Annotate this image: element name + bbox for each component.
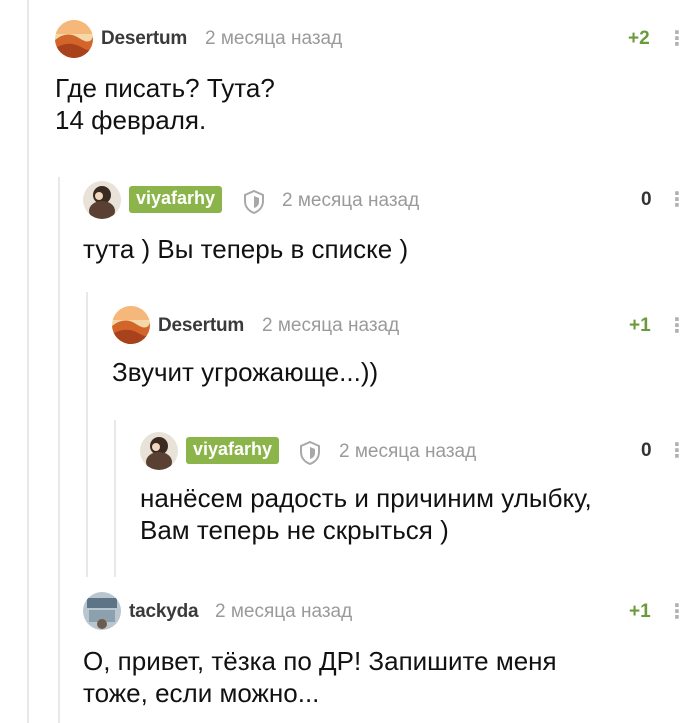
comment-author[interactable]: tackyda: [129, 601, 199, 623]
thread-line-level-1[interactable]: [27, 0, 29, 723]
desert-avatar-icon[interactable]: [112, 306, 150, 344]
more-vertical-icon[interactable]: ⋮: [667, 29, 687, 49]
shield-icon: [299, 440, 321, 466]
user-photo-avatar-icon[interactable]: [83, 592, 121, 630]
comment-author[interactable]: Desertum: [101, 28, 187, 50]
comment-rating: 0: [641, 440, 652, 461]
comment-time[interactable]: 2 месяца назад: [282, 190, 419, 212]
comment-text: тута ) Вы теперь в списке ): [83, 234, 409, 264]
comment-text: Звучит угрожающе...)): [112, 357, 379, 387]
comment-text: нанёсем радость и причиним улыбку, Вам т…: [140, 483, 592, 545]
comment-time[interactable]: 2 месяца назад: [205, 28, 342, 50]
comment-rating: 0: [641, 189, 652, 210]
comment-time[interactable]: 2 месяца назад: [262, 315, 399, 337]
thread-line-level-3[interactable]: [86, 292, 88, 577]
thread-line-level-4[interactable]: [114, 420, 116, 577]
more-vertical-icon[interactable]: ⋮: [667, 441, 687, 461]
comment-rating: +1: [629, 601, 651, 622]
user-photo-avatar-icon[interactable]: [83, 181, 121, 219]
comment-author[interactable]: viyafarhy: [186, 437, 280, 464]
thread-line-level-2[interactable]: [58, 177, 60, 723]
more-vertical-icon[interactable]: ⋮: [667, 190, 687, 210]
comment-text: Где писать? Тута? 14 февраля.: [55, 73, 275, 135]
comment-time[interactable]: 2 месяца назад: [215, 601, 352, 623]
desert-avatar-icon[interactable]: [55, 20, 93, 58]
more-vertical-icon[interactable]: ⋮: [667, 316, 687, 336]
comment-author[interactable]: viyafarhy: [129, 186, 223, 213]
comment-author[interactable]: Desertum: [158, 315, 244, 337]
comment-time[interactable]: 2 месяца назад: [339, 441, 476, 463]
comment-rating: +2: [628, 28, 650, 49]
comment-text: О, привет, тёзка по ДР! Запишите меня то…: [83, 646, 557, 708]
more-vertical-icon[interactable]: ⋮: [667, 602, 687, 622]
shield-icon: [243, 189, 265, 215]
comment-rating: +1: [629, 315, 651, 336]
user-photo-avatar-icon[interactable]: [140, 432, 178, 470]
